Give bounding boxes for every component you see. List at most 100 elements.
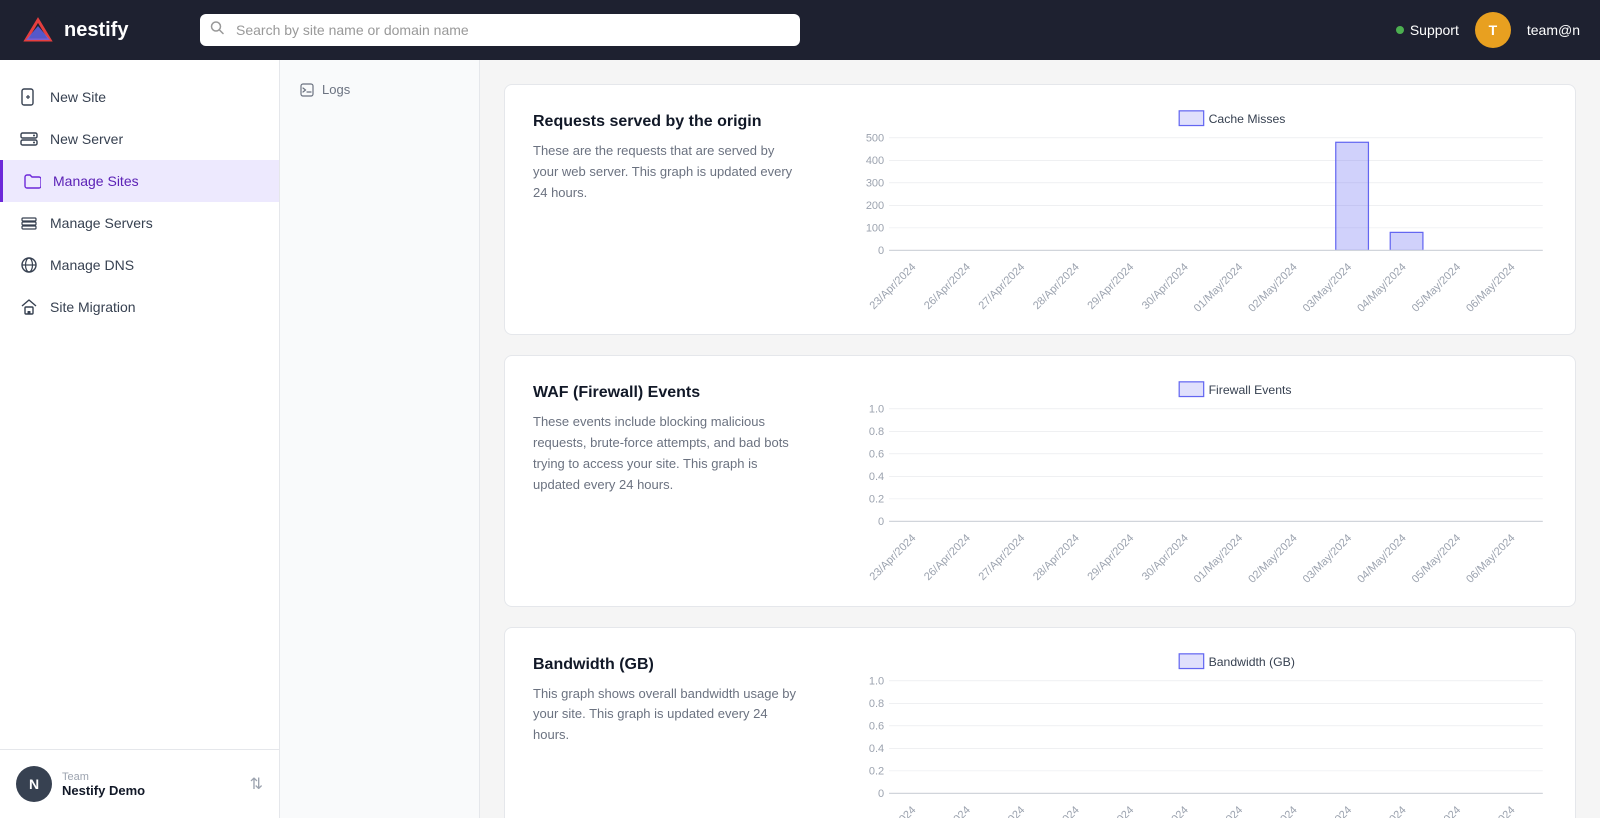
svg-text:23/Apr/2024: 23/Apr/2024 [868, 804, 919, 818]
sidebar-item-label-new-server: New Server [50, 131, 123, 147]
svg-text:23/Apr/2024: 23/Apr/2024 [868, 261, 919, 312]
server-icon [20, 130, 38, 148]
search-input[interactable] [200, 14, 800, 46]
svg-text:30/Apr/2024: 30/Apr/2024 [1140, 261, 1191, 312]
chart-desc-requests-origin: Requests served by the originThese are t… [505, 85, 825, 334]
sidebar-item-new-site[interactable]: New Site [0, 76, 279, 118]
sidebar-item-label-manage-sites: Manage Sites [53, 173, 139, 189]
main-content: Requests served by the originThese are t… [480, 60, 1600, 818]
support-status-dot [1396, 26, 1404, 34]
svg-text:29/Apr/2024: 29/Apr/2024 [1085, 261, 1136, 312]
chart-card-requests-origin: Requests served by the originThese are t… [504, 84, 1576, 335]
sidebar: New Site New Server Manage Sites Manage Ser… [0, 60, 280, 818]
chart-card-waf-events: WAF (Firewall) Events These events includ… [504, 355, 1576, 606]
sub-panel: Logs [280, 60, 480, 818]
svg-text:0.4: 0.4 [869, 471, 884, 483]
chart-description-bandwidth: This graph shows overall bandwidth usage… [533, 684, 797, 746]
svg-text:27/Apr/2024: 27/Apr/2024 [977, 533, 1028, 584]
team-info: Team Nestify Demo [62, 771, 240, 798]
svg-text:0.2: 0.2 [869, 765, 884, 777]
svg-text:04/May/2024: 04/May/2024 [1355, 804, 1408, 818]
team-email: team@n [1527, 22, 1580, 38]
svg-text:02/May/2024: 02/May/2024 [1246, 533, 1299, 586]
svg-text:Bandwidth (GB): Bandwidth (GB) [1209, 655, 1295, 669]
svg-text:02/May/2024: 02/May/2024 [1246, 261, 1299, 314]
svg-text:03/May/2024: 03/May/2024 [1301, 804, 1354, 818]
search-icon [210, 21, 224, 40]
logs-label: Logs [322, 82, 350, 97]
team-label: Team [62, 771, 240, 783]
svg-text:04/May/2024: 04/May/2024 [1355, 261, 1408, 314]
svg-text:400: 400 [866, 155, 884, 167]
svg-text:0.6: 0.6 [869, 720, 884, 732]
svg-text:05/May/2024: 05/May/2024 [1410, 533, 1463, 586]
chart-area-waf-events: Firewall Events1.00.80.60.40.2023/Apr/20… [825, 356, 1575, 605]
svg-text:05/May/2024: 05/May/2024 [1410, 261, 1463, 314]
svg-text:03/May/2024: 03/May/2024 [1301, 261, 1354, 314]
svg-text:500: 500 [866, 132, 884, 144]
chart-desc-waf-events: WAF (Firewall) Events These events includ… [505, 356, 825, 605]
body-wrap: New Site New Server Manage Sites Manage Ser… [0, 60, 1600, 818]
svg-text:0: 0 [878, 516, 884, 528]
chart-title-waf-events: WAF (Firewall) Events [533, 384, 797, 402]
svg-text:27/Apr/2024: 27/Apr/2024 [977, 261, 1028, 312]
home-icon [20, 298, 38, 316]
support-label: Support [1410, 22, 1459, 38]
sidebar-item-label-manage-dns: Manage DNS [50, 257, 134, 273]
sidebar-nav: New Site New Server Manage Sites Manage Ser… [0, 60, 279, 749]
chart-svg-bandwidth: Bandwidth (GB)1.00.80.60.40.2023/Apr/202… [845, 644, 1555, 818]
sidebar-item-label-manage-servers: Manage Servers [50, 215, 153, 231]
svg-text:06/May/2024: 06/May/2024 [1464, 804, 1517, 818]
user-avatar[interactable]: T [1475, 12, 1511, 48]
terminal-icon [300, 83, 314, 97]
svg-text:Cache Misses: Cache Misses [1209, 112, 1286, 126]
chart-area-bandwidth: Bandwidth (GB)1.00.80.60.40.2023/Apr/202… [825, 628, 1575, 818]
svg-text:0: 0 [878, 788, 884, 800]
chart-area-requests-origin: Cache Misses500400300200100023/Apr/20242… [825, 85, 1575, 334]
chart-card-bandwidth: Bandwidth (GB) This graph shows overall b… [504, 627, 1576, 818]
sub-item-logs[interactable]: Logs [280, 72, 479, 107]
chart-desc-bandwidth: Bandwidth (GB) This graph shows overall b… [505, 628, 825, 818]
svg-text:30/Apr/2024: 30/Apr/2024 [1140, 533, 1191, 584]
svg-text:28/Apr/2024: 28/Apr/2024 [1031, 804, 1082, 818]
svg-text:300: 300 [866, 177, 884, 189]
svg-text:28/Apr/2024: 28/Apr/2024 [1031, 261, 1082, 312]
chart-svg-requests-origin: Cache Misses500400300200100023/Apr/20242… [845, 101, 1555, 326]
svg-text:06/May/2024: 06/May/2024 [1464, 533, 1517, 586]
sidebar-item-new-server[interactable]: New Server [0, 118, 279, 160]
chart-title-bandwidth: Bandwidth (GB) [533, 656, 797, 674]
sidebar-item-site-migration[interactable]: Site Migration [0, 286, 279, 328]
svg-text:0: 0 [878, 245, 884, 257]
svg-text:200: 200 [866, 200, 884, 212]
sidebar-bottom[interactable]: N Team Nestify Demo ⇅ [0, 749, 279, 818]
logo-text: nestify [64, 19, 128, 42]
support-link[interactable]: Support [1396, 22, 1459, 38]
sidebar-item-manage-sites[interactable]: Manage Sites [0, 160, 279, 202]
svg-text:0.8: 0.8 [869, 698, 884, 710]
svg-text:1.0: 1.0 [869, 404, 884, 416]
svg-text:01/May/2024: 01/May/2024 [1192, 261, 1245, 314]
sidebar-item-manage-servers[interactable]: Manage Servers [0, 202, 279, 244]
svg-text:01/May/2024: 01/May/2024 [1192, 804, 1245, 818]
team-name: Nestify Demo [62, 783, 240, 798]
svg-text:26/Apr/2024: 26/Apr/2024 [922, 804, 973, 818]
chart-description-waf-events: These events include blocking malicious … [533, 412, 797, 495]
search-bar[interactable] [200, 14, 800, 46]
chart-title-requests-origin: Requests served by the origin [533, 113, 797, 131]
team-avatar: N [16, 766, 52, 802]
header-right: Support T team@n [1396, 12, 1580, 48]
svg-text:26/Apr/2024: 26/Apr/2024 [922, 261, 973, 312]
chart-svg-waf-events: Firewall Events1.00.80.60.40.2023/Apr/20… [845, 372, 1555, 597]
layers-icon [20, 214, 38, 232]
svg-text:03/May/2024: 03/May/2024 [1301, 533, 1354, 586]
svg-text:30/Apr/2024: 30/Apr/2024 [1140, 804, 1191, 818]
globe-icon [20, 256, 38, 274]
svg-text:27/Apr/2024: 27/Apr/2024 [977, 804, 1028, 818]
sidebar-item-manage-dns[interactable]: Manage DNS [0, 244, 279, 286]
svg-text:05/May/2024: 05/May/2024 [1410, 804, 1463, 818]
nestify-logo-icon [20, 12, 56, 48]
svg-text:01/May/2024: 01/May/2024 [1192, 533, 1245, 586]
svg-text:1.0: 1.0 [869, 675, 884, 687]
svg-text:04/May/2024: 04/May/2024 [1355, 533, 1408, 586]
header: nestify Support T team@n [0, 0, 1600, 60]
